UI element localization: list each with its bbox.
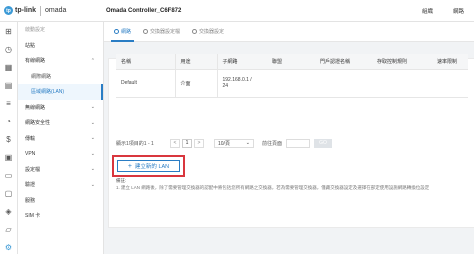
chevron-down-icon: ⌄ bbox=[90, 181, 95, 188]
clock-icon[interactable]: ◷ bbox=[0, 40, 17, 58]
main-content: 網路 交換器設定檔 交換器設定 名稱 用途 子網路 聯盟 門戶認證名稱 存取控制… bbox=[104, 22, 474, 254]
go-button[interactable]: GO bbox=[314, 138, 333, 148]
col-subnet: 子網路 bbox=[216, 54, 267, 70]
brand-divider bbox=[40, 5, 41, 16]
brand-product: omada bbox=[45, 7, 67, 14]
pagination-summary: 顯示1項目的1 - 1 bbox=[116, 140, 154, 147]
cell-subnet: 192.168.0.1 / 24 bbox=[216, 69, 267, 98]
nav-profiles[interactable]: 設定檔 ⌄ bbox=[18, 162, 103, 178]
cell-acl bbox=[372, 69, 432, 98]
nav-services[interactable]: 服務 bbox=[18, 193, 103, 209]
chevron-down-icon: ⌄ bbox=[90, 150, 95, 157]
gear-icon[interactable]: ⚙ bbox=[0, 238, 17, 254]
col-portal: 門戶認證名稱 bbox=[315, 54, 372, 70]
nav-transmission[interactable]: 傳輸 ⌄ bbox=[18, 131, 103, 147]
chart-icon[interactable]: ▤ bbox=[0, 76, 17, 94]
cell-rate-limit bbox=[432, 69, 468, 98]
nav-wired-networks[interactable]: 有線網路 ⌃ bbox=[18, 53, 103, 69]
brand: tp tp-link omada bbox=[0, 5, 106, 16]
next-page-button[interactable]: > bbox=[194, 138, 204, 148]
note-text: 1. 建立 LAN 網路後，除了需要管理交換器的認配中將包括您所有網路之交換器，… bbox=[116, 185, 430, 190]
add-lan-highlight: + 建立新的 LAN bbox=[112, 155, 185, 177]
nav-authentication[interactable]: 驗證 ⌄ bbox=[18, 177, 103, 193]
table-row[interactable]: Default 介面 192.168.0.1 / 24 bbox=[116, 69, 468, 98]
nav-wireless-networks[interactable]: 無線網路 ⌄ bbox=[18, 100, 103, 116]
dollar-icon[interactable]: $ bbox=[0, 130, 17, 148]
create-lan-label: 建立新的 LAN bbox=[134, 164, 170, 170]
col-acl: 存取控制規則 bbox=[372, 54, 432, 70]
tab-switch-settings[interactable]: 交換器設定 bbox=[186, 22, 230, 42]
col-alliance: 聯盟 bbox=[267, 54, 315, 70]
lock-icon[interactable]: ▣ bbox=[0, 148, 17, 166]
prev-page-button[interactable]: < bbox=[170, 138, 180, 148]
icon-rail: ⊞ ◷ ▦ ▤ ≡ ◔ $ ▣ ▭ ▢ ◈ ▱ ⚙ bbox=[0, 22, 18, 254]
chevron-up-icon: ⌃ bbox=[90, 57, 95, 64]
nav-startup-settings[interactable]: 啟動設定 bbox=[18, 22, 103, 38]
gauge-icon[interactable]: ◔ bbox=[0, 112, 17, 130]
plus-icon: + bbox=[127, 162, 132, 170]
settings-nav: 啟動設定 站點 有線網路 ⌃ 網際網路 區域網路(LAN) 無線網路 ⌄ 網路安全性… bbox=[18, 22, 104, 254]
tab-networks[interactable]: 網路 bbox=[108, 22, 137, 42]
cell-subnet-mask: 24 bbox=[222, 83, 229, 89]
cell-purpose: 介面 bbox=[174, 69, 217, 98]
pagination: 顯示1項目的1 - 1 < 1 > 10/頁 ⌄ 前往頁面 GO bbox=[116, 137, 468, 149]
controller-title: Omada Controller_C6F872 bbox=[106, 7, 182, 14]
top-nav: 組織 網路 bbox=[412, 0, 474, 22]
create-lan-button[interactable]: + 建立新的 LAN bbox=[117, 160, 180, 172]
nav-site[interactable]: 站點 bbox=[18, 38, 103, 54]
nav-internet[interactable]: 網際網路 bbox=[18, 69, 103, 85]
cell-portal bbox=[315, 69, 372, 98]
shield-icon[interactable]: ◈ bbox=[0, 202, 17, 220]
cell-name: Default bbox=[116, 69, 175, 98]
nav-network-security[interactable]: 網路安全性 ⌄ bbox=[18, 115, 103, 131]
page-1-button[interactable]: 1 bbox=[182, 138, 192, 148]
chevron-down-icon: ⌄ bbox=[90, 119, 95, 126]
goto-page-label: 前往頁面 bbox=[262, 140, 283, 147]
grid-icon[interactable]: ⊞ bbox=[0, 22, 17, 40]
globe-icon bbox=[114, 29, 119, 34]
top-nav-organization[interactable]: 組織 bbox=[412, 7, 443, 15]
per-page-select[interactable]: 10/頁 ⌄ bbox=[214, 138, 254, 148]
nav-sim-card[interactable]: SIM 卡 bbox=[18, 208, 103, 224]
col-name: 名稱 bbox=[116, 54, 175, 70]
col-rate-limit: 速率限制 bbox=[432, 54, 468, 70]
profile-icon bbox=[143, 29, 149, 34]
goto-page-input[interactable] bbox=[286, 138, 311, 148]
top-nav-network[interactable]: 網路 bbox=[443, 7, 474, 15]
tab-bar: 網路 交換器設定檔 交換器設定 bbox=[104, 22, 474, 42]
tab-switch-profiles[interactable]: 交換器設定檔 bbox=[137, 22, 186, 42]
lan-table: 名稱 用途 子網路 聯盟 門戶認證名稱 存取控制規則 速率限制 Default … bbox=[116, 54, 468, 98]
map-icon[interactable]: ▦ bbox=[0, 58, 17, 76]
chat-icon[interactable]: ▱ bbox=[0, 220, 17, 238]
settings-icon bbox=[192, 29, 198, 34]
chevron-down-icon: ⌄ bbox=[90, 166, 95, 173]
nav-lan[interactable]: 區域網路(LAN) bbox=[18, 84, 103, 100]
chevron-down-icon: ⌄ bbox=[245, 140, 250, 146]
list-icon[interactable]: ≡ bbox=[0, 94, 17, 112]
brand-name: tp-link bbox=[15, 7, 36, 14]
tp-link-logo-icon: tp bbox=[4, 6, 13, 15]
chevron-down-icon: ⌄ bbox=[90, 135, 95, 142]
chevron-down-icon: ⌄ bbox=[90, 104, 95, 111]
desktop-icon[interactable]: ▢ bbox=[0, 184, 17, 202]
nav-vpn[interactable]: VPN ⌄ bbox=[18, 146, 103, 162]
col-purpose: 用途 bbox=[174, 54, 217, 70]
note-label: 備註: bbox=[116, 178, 127, 183]
file-icon[interactable]: ▭ bbox=[0, 166, 17, 184]
top-bar: tp tp-link omada Omada Controller_C6F872… bbox=[0, 0, 474, 22]
table-header-row: 名稱 用途 子網路 聯盟 門戶認證名稱 存取控制規則 速率限制 bbox=[116, 54, 468, 70]
cell-alliance bbox=[267, 69, 315, 98]
